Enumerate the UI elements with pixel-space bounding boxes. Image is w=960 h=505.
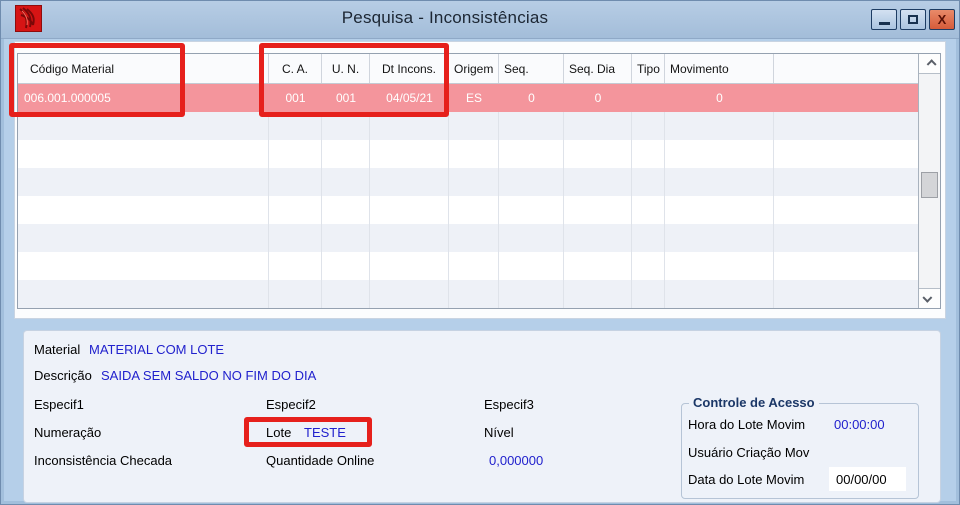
table-cell-3: 04/05/21 (386, 91, 433, 105)
maximize-button[interactable] (900, 9, 926, 30)
quantidade-online-value: 0,000000 (489, 453, 544, 468)
table-cell-7 (632, 84, 665, 112)
table-row-empty[interactable] (18, 252, 940, 280)
scroll-down-button[interactable] (919, 288, 940, 308)
hora-lote-movim-value: 00:00:00 (834, 417, 885, 432)
inconsistencies-grid: Código Material C. A. U. N. Dt Incons. Orige… (17, 53, 941, 309)
table-cell-5: 0 (528, 91, 535, 105)
table-cell-4: ES (465, 91, 482, 105)
table-row-selected[interactable]: 006.001.000005 001 001 04/05/21 ES 0 0 0 (18, 84, 940, 112)
table-row-empty[interactable] (18, 168, 940, 196)
table-cell-9 (774, 84, 918, 112)
close-icon: X (937, 12, 947, 27)
column-header-0[interactable]: Código Material (18, 54, 269, 83)
chevron-down-icon (922, 292, 933, 303)
minimize-button[interactable] (871, 9, 897, 30)
scrollbar-thumb[interactable] (921, 172, 938, 198)
numeracao-label: Numeração (34, 425, 102, 440)
column-header-2[interactable]: U. N. (322, 54, 370, 83)
usuario-criacao-mov-label: Usuário Criação Mov (688, 445, 810, 460)
especif3-label: Especif3 (484, 397, 534, 412)
data-lote-movim-label: Data do Lote Movim (688, 472, 805, 487)
dialog-window: Pesquisa - Inconsistências X Código Mate… (0, 0, 960, 505)
title-bar[interactable]: Pesquisa - Inconsistências X (1, 1, 959, 39)
table-cell-1: 001 (285, 91, 306, 105)
table-row-empty[interactable] (18, 112, 940, 140)
controle-de-acesso-title: Controle de Acesso (689, 395, 819, 410)
chevron-up-icon (926, 59, 937, 70)
table-row-empty[interactable] (18, 280, 940, 308)
inconsistencia-checada-label: Inconsistência Checada (34, 453, 173, 468)
table-cell-8: 0 (716, 91, 723, 105)
table-cell-0: 006.001.000005 (24, 91, 111, 105)
lote-value: TESTE (304, 425, 346, 440)
table-row-empty[interactable] (18, 140, 940, 168)
window-title: Pesquisa - Inconsistências (341, 8, 549, 27)
minimize-icon (879, 22, 890, 25)
especif2-label: Especif2 (266, 397, 316, 412)
table-cell-2: 001 (335, 91, 357, 105)
data-lote-movim-input[interactable] (829, 467, 906, 491)
grid-header-row: Código Material C. A. U. N. Dt Incons. Orige… (18, 54, 940, 84)
table-cell-6: 0 (594, 91, 602, 105)
grid-body: 006.001.000005 001 001 04/05/21 ES 0 0 0 (18, 84, 940, 308)
column-header-7[interactable]: Tipo (632, 54, 665, 83)
vertical-scrollbar[interactable] (918, 54, 940, 308)
maximize-icon (908, 15, 918, 24)
lote-label: Lote (266, 425, 292, 440)
quantidade-online-label: Quantidade Online (266, 453, 375, 468)
column-header-3[interactable]: Dt Incons. (370, 54, 449, 83)
material-label: Material (34, 342, 81, 357)
hora-lote-movim-label: Hora do Lote Movim (688, 417, 806, 432)
close-button[interactable]: X (929, 9, 955, 30)
column-header-6[interactable]: Seq. Dia (564, 54, 632, 83)
window-controls: X (871, 9, 955, 30)
column-header-9[interactable] (774, 54, 918, 83)
scroll-up-button[interactable] (919, 54, 940, 74)
column-header-8[interactable]: Movimento (665, 54, 774, 83)
nivel-label: Nível (484, 425, 514, 440)
column-header-4[interactable]: Origem (449, 54, 499, 83)
especif1-label: Especif1 (34, 397, 84, 412)
material-value: MATERIAL COM LOTE (89, 342, 225, 357)
table-row-empty[interactable] (18, 224, 940, 252)
descricao-value: SAIDA SEM SALDO NO FIM DO DIA (101, 368, 317, 383)
column-header-5[interactable]: Seq. (499, 54, 564, 83)
column-header-1[interactable]: C. A. (269, 54, 322, 83)
descricao-label: Descrição (34, 368, 92, 383)
table-row-empty[interactable] (18, 196, 940, 224)
